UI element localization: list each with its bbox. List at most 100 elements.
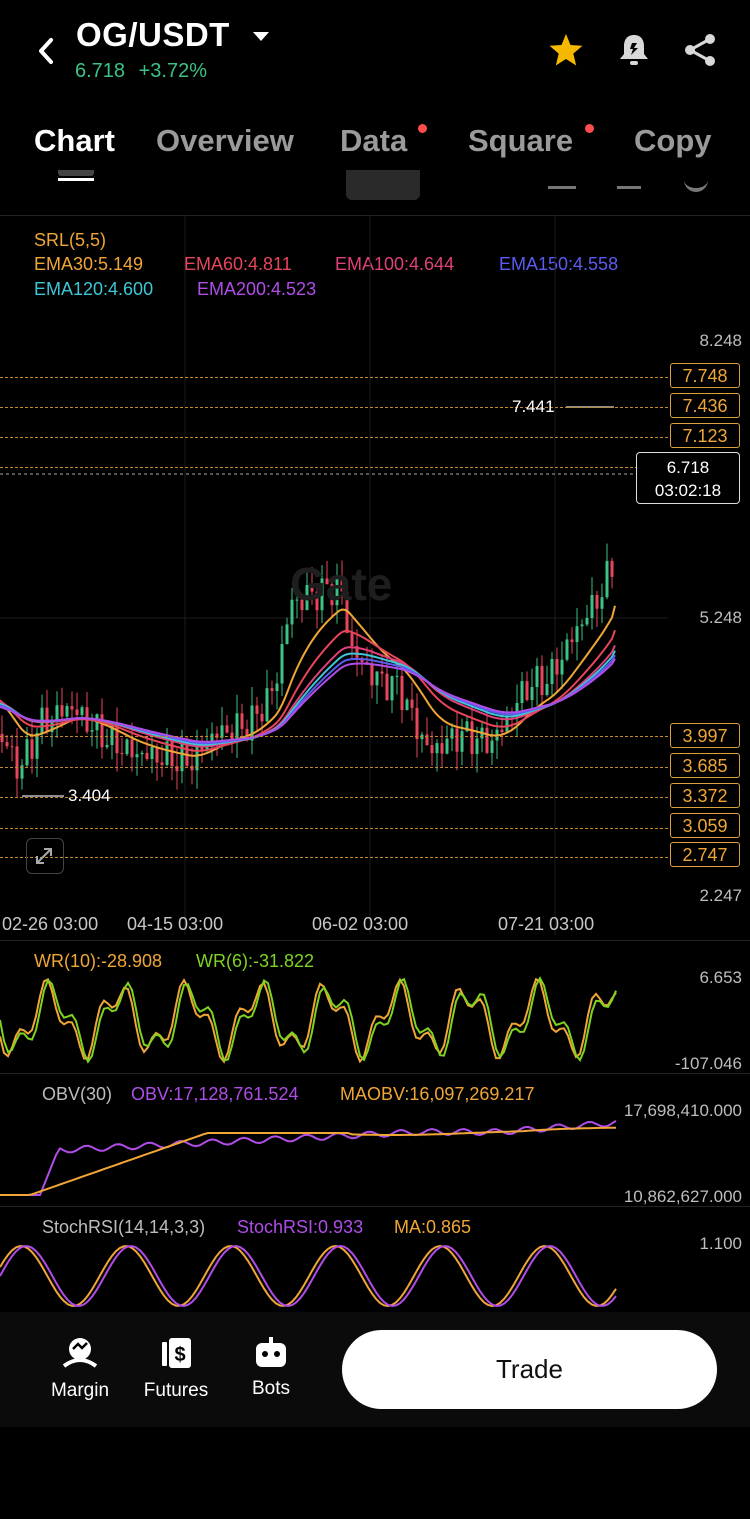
trade-button[interactable]: Trade <box>342 1330 717 1409</box>
level-line <box>0 377 668 378</box>
current-price-box[interactable]: 6.718 03:02:18 <box>636 452 740 504</box>
price-chart[interactable]: Gate <box>0 215 750 935</box>
stoch-line <box>0 1244 617 1308</box>
tab-data[interactable]: Data <box>340 123 407 159</box>
level-tag[interactable]: 7.123 <box>670 423 740 448</box>
low-label: 3.404 <box>68 786 111 805</box>
level-tag[interactable]: 3.059 <box>670 813 740 838</box>
candle-body <box>565 639 569 660</box>
candle-body <box>540 666 544 695</box>
chevron-down-icon[interactable] <box>252 30 270 48</box>
tab-copy[interactable]: Copy <box>634 123 712 159</box>
candle-body <box>585 617 589 625</box>
candle-body <box>460 731 464 752</box>
candle-body <box>145 752 149 760</box>
candle-body <box>445 738 449 754</box>
margin-icon <box>62 1338 98 1368</box>
x-label: 02-26 03:00 <box>2 914 99 934</box>
level-tag[interactable]: 7.748 <box>670 363 740 388</box>
candle-body <box>560 659 564 675</box>
candle-body <box>375 671 379 686</box>
candle-body <box>370 664 374 686</box>
candle-body <box>225 725 229 733</box>
candle-body <box>550 659 554 685</box>
candle-body <box>380 671 384 674</box>
price-alert-icon[interactable] <box>618 32 650 73</box>
margin-label: Margin <box>50 1380 110 1401</box>
level-tag[interactable]: 3.997 <box>670 723 740 748</box>
stoch-value: StochRSI:0.933 <box>237 1217 364 1237</box>
maobv-line <box>0 1126 617 1196</box>
divider <box>0 1206 750 1207</box>
price-row: 6.718 +3.72% <box>75 60 207 83</box>
candle-body <box>5 742 9 747</box>
candle-body <box>10 746 14 748</box>
candle-body <box>395 675 399 677</box>
share-icon[interactable] <box>682 33 718 72</box>
candle-body <box>440 743 444 754</box>
obv-chart[interactable] <box>0 1100 630 1205</box>
candle-body <box>575 626 579 643</box>
candle-body <box>610 560 614 577</box>
candle-body <box>455 728 459 752</box>
level-tag[interactable]: 3.685 <box>670 753 740 778</box>
candle-countdown: 03:02:18 <box>654 481 722 500</box>
candle-body <box>275 683 279 692</box>
candle-body <box>595 594 599 609</box>
bot-icon <box>256 1337 286 1367</box>
divider <box>0 1073 750 1074</box>
candle-body <box>500 729 504 733</box>
candle-body <box>90 730 94 732</box>
candle-body <box>105 745 109 748</box>
wr-max: 6.653 <box>699 968 742 987</box>
tab-square[interactable]: Square <box>468 123 573 159</box>
candle-body <box>385 673 389 701</box>
candle-body <box>530 687 534 701</box>
candle-body <box>255 705 259 714</box>
candle-body <box>75 709 79 715</box>
back-icon[interactable] <box>34 36 58 66</box>
interval-toolbar[interactable] <box>0 170 750 200</box>
wr-chart[interactable] <box>0 970 630 1070</box>
futures-button[interactable]: $ Futures <box>136 1336 216 1402</box>
candle-body <box>605 560 609 598</box>
candle-body <box>580 624 584 627</box>
tab-overview[interactable]: Overview <box>156 123 294 159</box>
candle-body <box>400 675 404 711</box>
wr-min: -107.046 <box>674 1054 742 1073</box>
candle-body <box>150 746 154 760</box>
watermark-logo: Gate <box>290 558 392 610</box>
candle-body <box>285 624 289 645</box>
x-label: 07-21 03:00 <box>498 914 595 934</box>
candle-body <box>525 681 529 701</box>
candle-body <box>65 706 69 717</box>
last-price: 6.718 <box>75 60 126 82</box>
tab-chart[interactable]: Chart <box>34 123 115 159</box>
candle-body <box>55 705 59 720</box>
candle-body <box>125 739 129 755</box>
axis-price-bottom: 2.247 <box>699 886 742 905</box>
candle-body <box>70 706 74 710</box>
level-line <box>0 437 668 438</box>
candle-body <box>545 684 549 695</box>
futures-label: Futures <box>143 1380 209 1401</box>
candle-body <box>155 746 159 763</box>
level-line <box>0 407 668 408</box>
candle-body <box>535 666 539 688</box>
candle-body <box>80 707 84 715</box>
wr6-label: WR(6):-31.822 <box>196 951 315 971</box>
level-tag[interactable]: 7.436 <box>670 393 740 418</box>
fullscreen-icon[interactable] <box>26 838 64 874</box>
level-tag[interactable]: 2.747 <box>670 842 740 867</box>
bots-button[interactable]: Bots <box>231 1336 311 1400</box>
x-label: 04-15 03:00 <box>127 914 224 934</box>
stoch-chart[interactable] <box>0 1238 630 1310</box>
star-icon[interactable] <box>548 33 584 72</box>
margin-button[interactable]: Margin <box>40 1336 120 1402</box>
candle-body <box>135 754 139 758</box>
level-line <box>0 857 668 858</box>
candle-body <box>570 639 574 643</box>
pair-title[interactable]: OG/USDT <box>76 16 230 54</box>
candle-body <box>270 688 274 692</box>
level-tag[interactable]: 3.372 <box>670 783 740 808</box>
